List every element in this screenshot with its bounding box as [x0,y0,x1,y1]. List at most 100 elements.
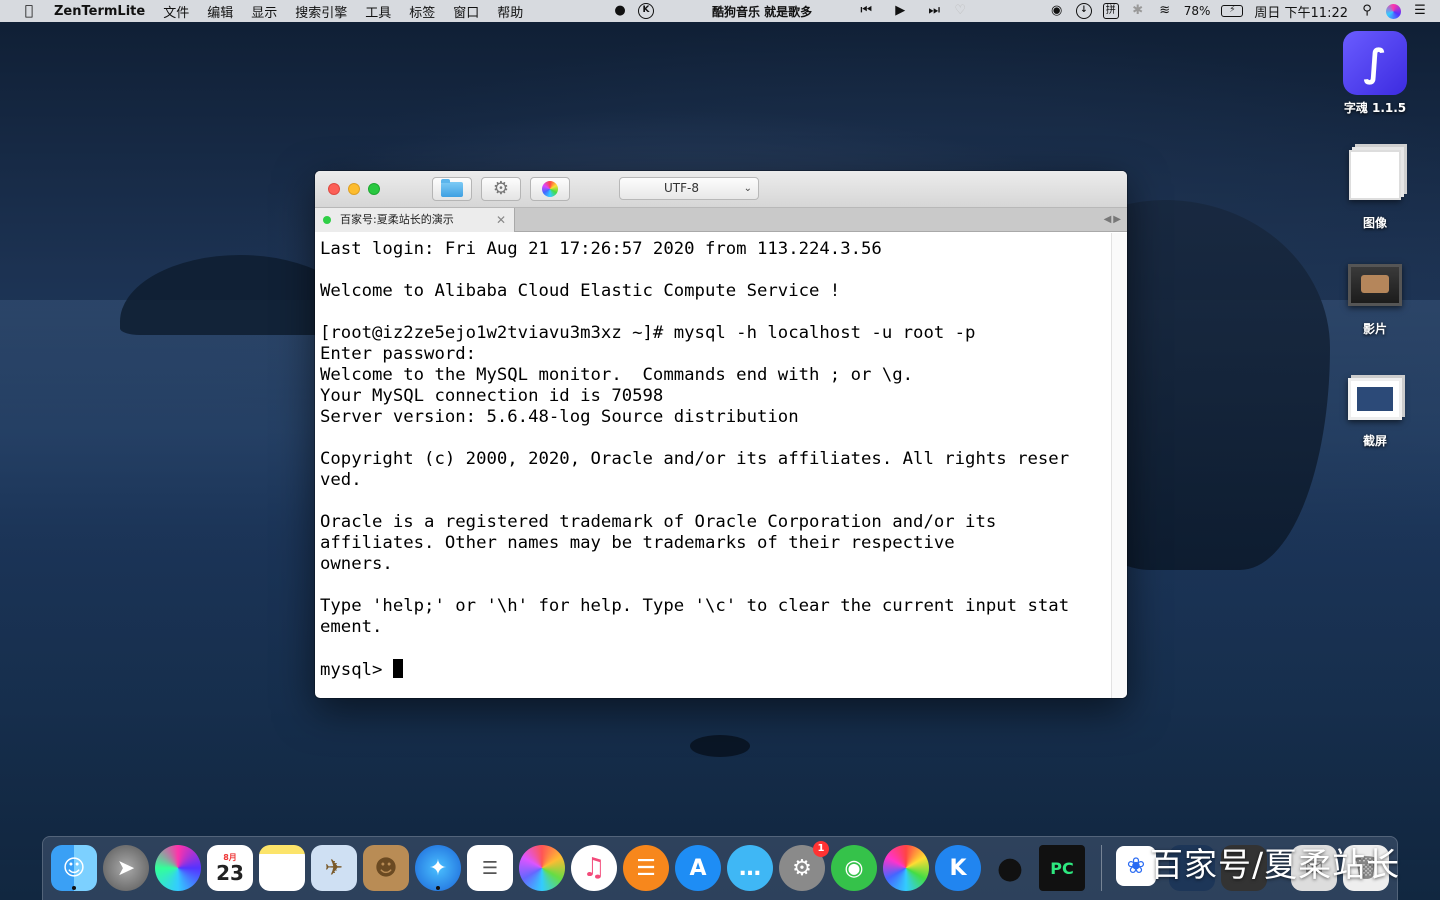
terminal-line: Type 'help;' or '\h' for help. Type '\c'… [320,596,1070,616]
notification-badge: 1 [813,841,829,857]
terminal-line: Last login: Fri Aug 21 17:26:57 2020 fro… [320,239,882,259]
encoding-select[interactable]: UTF-8 ⌄ [619,177,759,200]
wechat-icon[interactable]: ◉ [831,845,877,891]
desktop-icon-zihun[interactable]: ∫ 字魂 1.1.5 [1330,31,1420,116]
menu-edit[interactable]: 编辑 [207,2,233,21]
preview-icon[interactable]: ✈ [311,845,357,891]
menu-help[interactable]: 帮助 [497,2,523,21]
desktop-icon-label: 截屏 [1362,434,1387,448]
next-track-icon[interactable]: ⏭ [926,3,942,19]
image-stack-icon [1349,150,1401,200]
messages-icon[interactable]: … [727,845,773,891]
launchpad-icon[interactable]: ➤ [103,845,149,891]
kugou-music-icon[interactable]: K [935,845,981,891]
settings-button[interactable]: ⚙ [481,177,521,201]
desktop-icon-screenshots[interactable]: 截屏 [1330,378,1420,449]
photos-icon[interactable] [519,845,565,891]
terminal-line: ement. [320,617,383,637]
reminders-icon[interactable]: ☰ [467,845,513,891]
siri-app-icon[interactable] [155,845,201,891]
zihun-app-icon: ∫ [1343,31,1407,95]
window-titlebar[interactable]: ⚙ UTF-8 ⌄ [315,171,1127,208]
safari-icon[interactable]: ✦ [415,845,461,891]
desktop-icon-label: 图像 [1362,216,1387,230]
terminal-window: ⚙ UTF-8 ⌄ 百家号:夏柔站长的演示 ✕ ◀▶ Last login: F… [315,171,1127,698]
menu-search-engine[interactable]: 搜索引擎 [295,2,347,21]
movie-icon [1348,264,1402,306]
calendar-day: 23 [216,861,244,885]
battery-percent[interactable]: 78% [1184,4,1211,18]
menu-window[interactable]: 窗口 [453,2,479,21]
kugou-status-icon[interactable]: K [638,3,654,19]
gear-icon: ⚙ [492,178,510,199]
desktop-icon-images[interactable]: 图像 [1330,150,1420,231]
dock-separator [1101,845,1102,891]
now-playing-text[interactable]: 酷狗音乐 就是歌多 [712,3,812,20]
books-icon[interactable]: ☰ [623,845,669,891]
system-preferences-icon[interactable]: ⚙ 1 [779,841,829,891]
maximize-window-button[interactable] [368,183,380,195]
terminal-line: Server version: 5.6.48-log Source distri… [320,407,799,427]
desktop-icon-label: 字魂 1.1.5 [1343,101,1407,115]
menu-file[interactable]: 文件 [163,2,189,21]
desktop-icon-label: 影片 [1362,322,1387,336]
vpn-status-icon[interactable]: ↓ [1075,3,1092,19]
tab-scroll-arrows-icon[interactable]: ◀▶ [1104,208,1123,232]
terminal-line: Welcome to Alibaba Cloud Elastic Compute… [320,281,841,301]
terminal-line: Enter password: [320,344,477,364]
session-tab[interactable]: 百家号:夏柔站长的演示 ✕ [315,208,515,232]
color-theme-button[interactable] [530,177,570,201]
bluetooth-icon[interactable]: ✱ [1130,3,1146,19]
input-method-icon[interactable]: 拼 [1102,3,1119,19]
siri-icon[interactable] [1386,3,1401,19]
terminal-line: affiliates. Other names may be trademark… [320,533,955,553]
music-icon[interactable]: ♫ [571,845,617,891]
wechat-status-icon[interactable]: ◉ [1049,3,1065,19]
contacts-icon[interactable]: ☻ [363,845,409,891]
terminal-line: Oracle is a registered trademark of Orac… [320,512,997,532]
menu-tabs[interactable]: 标签 [409,2,435,21]
color-app-icon[interactable] [883,845,929,891]
terminal-line: Your MySQL connection id is 70598 [320,386,664,406]
previous-track-icon[interactable]: ⏮ [858,3,874,19]
terminal-scrollbar[interactable] [1111,233,1127,698]
qq-status-icon[interactable]: ● [612,3,628,19]
chevron-down-icon: ⌄ [743,183,752,194]
close-tab-icon[interactable]: ✕ [496,208,506,232]
clock[interactable]: 周日 下午11:22 [1254,2,1348,21]
notification-center-icon[interactable]: ☰ [1412,3,1428,19]
app-menu[interactable]: ZenTermLite [54,4,145,19]
screenshot-icon [1348,378,1402,420]
session-tab-label: 百家号:夏柔站长的演示 [340,213,454,226]
qq-icon[interactable]: ● [987,845,1033,891]
favorite-heart-icon[interactable]: ♡ [952,3,968,19]
spotlight-search-icon[interactable]: ⚲ [1359,3,1375,19]
play-icon[interactable]: ▶ [892,3,908,19]
desktop-icon-movies[interactable]: 影片 [1330,264,1420,337]
wallpaper-islet [690,735,750,757]
finder-icon[interactable]: ☺ [51,845,97,891]
terminal-output[interactable]: Last login: Fri Aug 21 17:26:57 2020 fro… [315,233,1111,698]
open-folder-button[interactable] [432,177,472,201]
close-window-button[interactable] [328,183,340,195]
battery-icon[interactable]: ⚡ [1221,5,1244,17]
calendar-icon[interactable]: 8月 23 [207,845,253,891]
menu-tools[interactable]: 工具 [365,2,391,21]
connected-status-icon [323,216,331,224]
color-wheel-icon [542,181,558,197]
menu-view[interactable]: 显示 [251,2,277,21]
app-store-icon[interactable]: A [675,845,721,891]
pycharm-icon[interactable]: PC [1039,845,1085,891]
tab-bar: 百家号:夏柔站长的演示 ✕ ◀▶ [315,208,1127,232]
minimize-window-button[interactable] [348,183,360,195]
notes-icon[interactable] [259,845,305,891]
apple-menu-icon[interactable]:  [18,3,40,19]
terminal-line: Welcome to the MySQL monitor. Commands e… [320,365,914,385]
wifi-icon[interactable]: ≋ [1157,3,1173,19]
